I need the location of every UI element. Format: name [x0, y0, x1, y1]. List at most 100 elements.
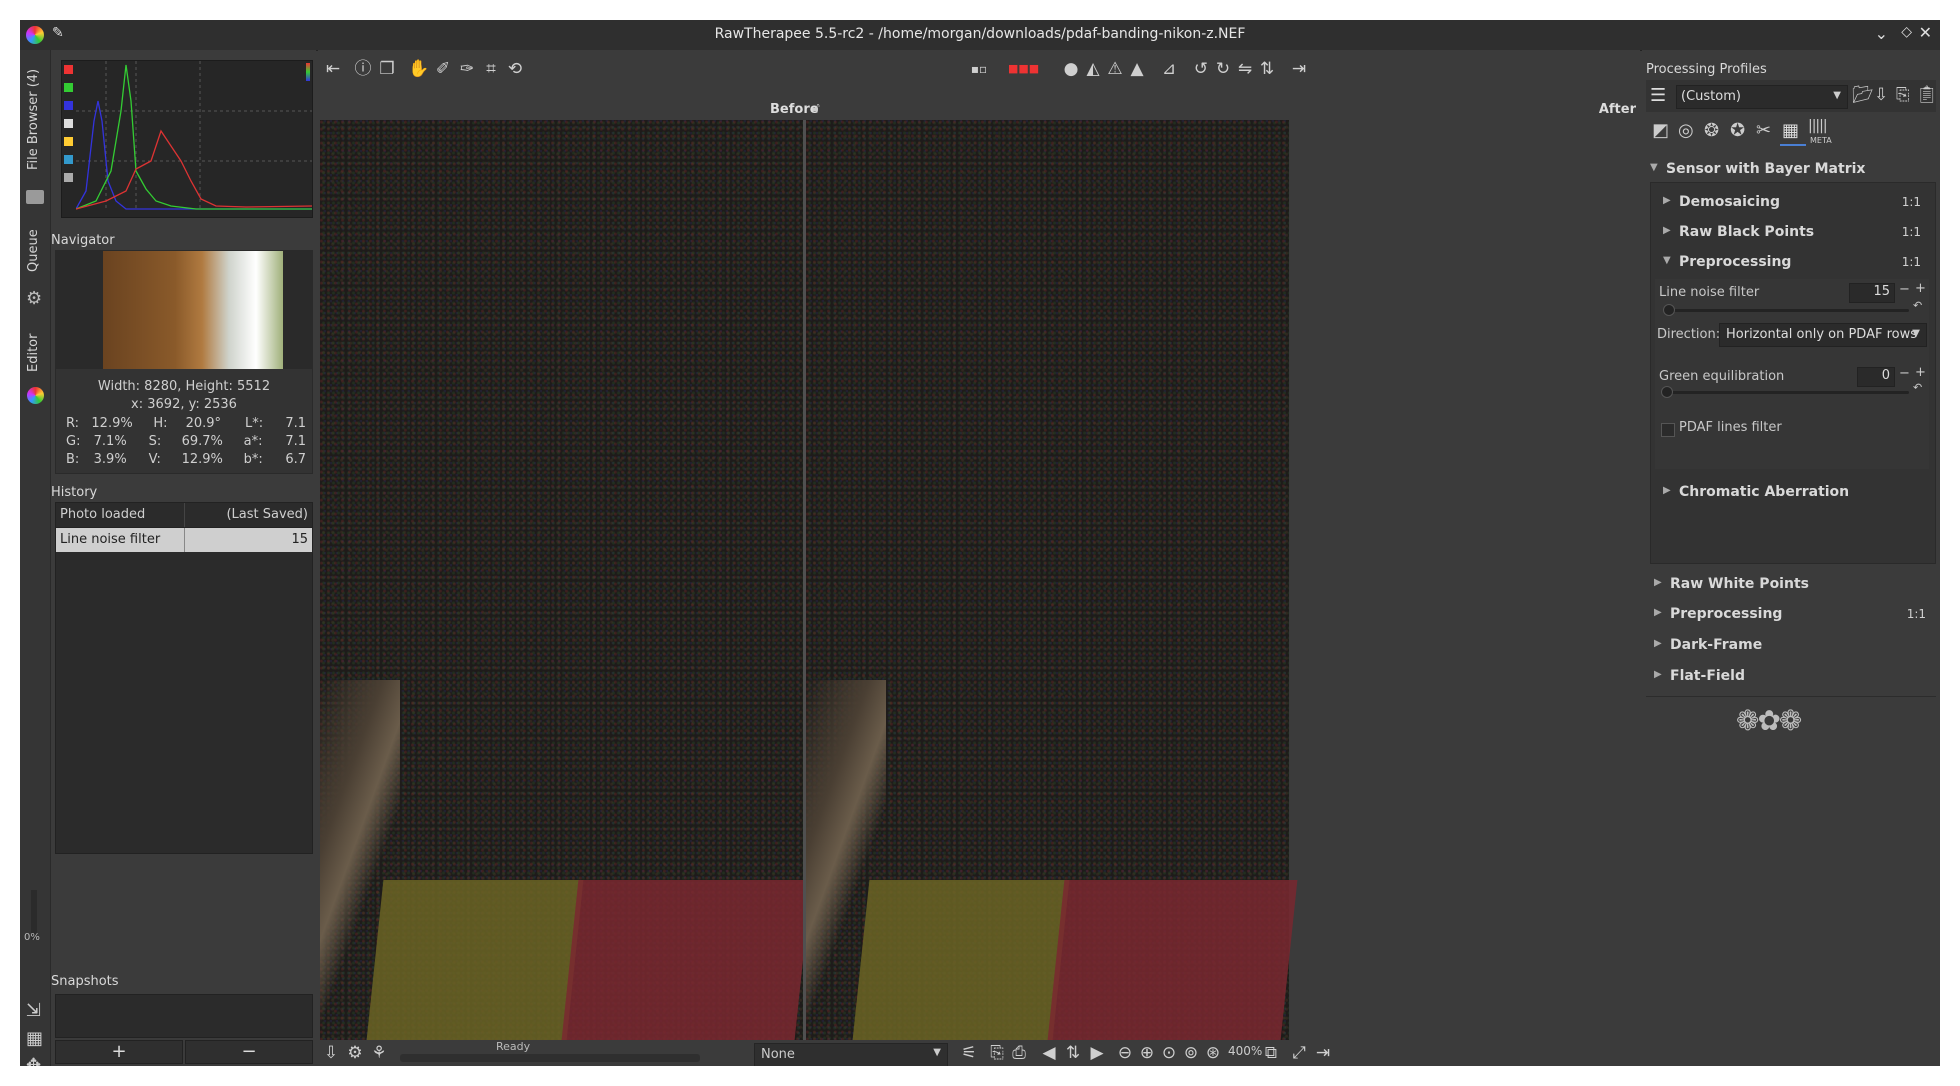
rotate-right-icon[interactable]: ↻ [1212, 58, 1234, 80]
crop-guide-icon[interactable]: ⊿ [1158, 58, 1180, 80]
close-icon[interactable]: ✕ [1919, 23, 1932, 42]
output-profile-select[interactable]: None ▼ [754, 1043, 948, 1066]
hand-tool-icon[interactable]: ✋ [408, 58, 430, 80]
straighten-icon[interactable]: ⟲ [504, 58, 526, 80]
tool-demosaicing[interactable]: ▶ Demosaicing 1:1 [1651, 187, 1935, 215]
editor-color-icon[interactable] [27, 387, 44, 404]
navigator-thumbnail[interactable] [103, 251, 283, 369]
remove-snapshot-button[interactable]: − [185, 1040, 313, 1064]
crop-icon[interactable]: ⌗ [480, 58, 502, 80]
copy-profile-icon[interactable]: ⎘ [1896, 85, 1910, 105]
lock-icon[interactable]: 🔓︎ [812, 100, 820, 115]
histogram-blue-toggle[interactable] [64, 101, 73, 110]
increment-button[interactable]: + [1915, 365, 1926, 380]
hide-right-panel-icon[interactable]: ⇥ [1288, 58, 1310, 80]
zoom-100-icon[interactable]: ⊛ [1202, 1042, 1224, 1064]
flip-vertical-icon[interactable]: ⇅ [1256, 58, 1278, 80]
previous-image-icon[interactable]: ◀ [1038, 1042, 1060, 1064]
tool-dark-frame[interactable]: ▶ Dark-Frame [1642, 630, 1940, 658]
tool-raw-black-points[interactable]: ▶ Raw Black Points 1:1 [1651, 217, 1935, 245]
hide-left-panel-icon[interactable]: ⇤ [322, 58, 344, 80]
queue-add-icon[interactable]: ⚙ [344, 1042, 366, 1064]
histogram-chroma-toggle[interactable] [64, 137, 73, 146]
gamut-check-icon[interactable]: ⎙ [1008, 1042, 1030, 1064]
sensor-section-header[interactable]: ▼ Sensor with Bayer Matrix [1646, 154, 1936, 182]
zoom-fit-crop-icon[interactable]: ⊚ [1180, 1042, 1202, 1064]
tab-exposure-icon[interactable]: ◩ [1652, 120, 1669, 141]
rotate-left-icon[interactable]: ↺ [1190, 58, 1212, 80]
histogram-scale-icon[interactable] [306, 63, 310, 81]
next-image-icon[interactable]: ▶ [1086, 1042, 1108, 1064]
panels-icon[interactable]: ▦ [26, 1028, 43, 1049]
maximize-icon[interactable]: ◇ [1901, 24, 1912, 40]
tab-transform-icon[interactable]: ✂ [1756, 120, 1771, 141]
tab-queue[interactable]: Queue [24, 220, 46, 280]
increment-button[interactable]: + [1915, 281, 1926, 296]
decrement-button[interactable]: − [1899, 282, 1910, 297]
before-preview[interactable] [320, 120, 812, 1040]
tab-metadata-icon[interactable]: ||||| [1808, 118, 1828, 134]
histogram-red-toggle[interactable] [64, 65, 73, 74]
before-after-icon[interactable]: ❐ [376, 58, 398, 80]
tab-color-icon[interactable]: ❂ [1704, 120, 1719, 141]
info-icon[interactable]: ⓘ [352, 58, 374, 80]
histogram-luminance-toggle[interactable] [64, 119, 73, 128]
tool-flat-field[interactable]: ▶ Flat-Field [1642, 661, 1940, 689]
tab-raw-icon[interactable]: ▦ [1782, 120, 1799, 141]
channel-rgb-icon[interactable]: ■■■ [1008, 58, 1039, 80]
histogram-bar-toggle[interactable] [64, 173, 73, 182]
toggle-panels-icon[interactable]: ⇥ [1312, 1042, 1334, 1064]
move-icon[interactable]: ✥ [26, 1055, 41, 1066]
paste-profile-icon[interactable]: 📋︎ [1916, 85, 1938, 105]
pdaf-lines-checkbox[interactable] [1661, 423, 1675, 437]
tool-preprocessing[interactable]: ▼ Preprocessing 1:1 [1651, 247, 1935, 275]
softproof-icon[interactable]: ⎘ [986, 1042, 1008, 1064]
gears-icon[interactable]: ⚙ [26, 288, 42, 309]
color-picker-icon[interactable]: ✑ [456, 58, 478, 80]
tab-advanced-icon[interactable]: ✪ [1730, 120, 1745, 141]
save-image-icon[interactable]: ⇩ [320, 1042, 342, 1064]
tab-editor[interactable]: Editor [24, 320, 46, 380]
tab-file-browser[interactable]: File Browser (4) [24, 60, 46, 180]
external-editor-icon[interactable]: ⚘ [368, 1042, 390, 1064]
history-row-selected[interactable]: Line noise filter 15 [56, 528, 312, 552]
direction-select[interactable]: Horizontal only on PDAF rows ▼ [1719, 323, 1927, 347]
profile-select[interactable]: (Custom) ▼ [1676, 85, 1848, 109]
flip-horizontal-icon[interactable]: ⇋ [1234, 58, 1256, 80]
zoom-in-icon[interactable]: ⊕ [1136, 1042, 1158, 1064]
line-noise-slider[interactable] [1665, 309, 1909, 312]
green-eq-slider-knob[interactable] [1661, 386, 1673, 398]
bg-gray-icon[interactable]: ◭ [1082, 58, 1104, 80]
green-eq-value[interactable]: 0 [1857, 367, 1895, 387]
green-eq-slider[interactable] [1663, 391, 1909, 394]
save-profile-icon[interactable]: ⇩ [1874, 85, 1888, 105]
send-to-editor-icon[interactable]: ⇲ [26, 1000, 41, 1021]
after-preview[interactable] [806, 120, 1298, 1040]
folder-icon[interactable] [26, 190, 44, 204]
white-balance-picker-icon[interactable]: ✐ [432, 58, 454, 80]
minimize-icon[interactable]: ⌄ [1875, 24, 1888, 43]
profile-list-icon[interactable]: ☰ [1650, 85, 1666, 106]
channel-gray-icon[interactable]: ▪▫ [968, 58, 990, 80]
sync-icon[interactable]: ⇅ [1062, 1042, 1084, 1064]
tab-detail-icon[interactable]: ◎ [1678, 120, 1694, 141]
new-detail-window-icon[interactable]: ⧉ [1260, 1042, 1282, 1064]
line-noise-slider-knob[interactable] [1663, 304, 1675, 316]
decrement-button[interactable]: − [1899, 366, 1910, 381]
bg-black-icon[interactable]: ● [1060, 58, 1082, 80]
histogram-green-toggle[interactable] [64, 83, 73, 92]
line-noise-value[interactable]: 15 [1849, 283, 1895, 303]
reset-icon[interactable]: ↶ [1913, 381, 1922, 394]
open-profile-icon[interactable]: 📂︎ [1852, 85, 1874, 105]
zoom-fit-icon[interactable]: ⊙ [1158, 1042, 1180, 1064]
intent-icon[interactable]: ⚟ [958, 1042, 980, 1064]
reset-icon[interactable]: ↶ [1913, 299, 1922, 312]
history-row[interactable]: Photo loaded (Last Saved) [56, 503, 312, 528]
add-snapshot-button[interactable]: + [55, 1040, 183, 1064]
shadow-clip-warning-icon[interactable]: ⚠ [1104, 58, 1126, 80]
tool-preprocessing-outer[interactable]: ▶ Preprocessing 1:1 [1642, 599, 1940, 627]
histogram-raw-toggle[interactable] [64, 155, 73, 164]
highlight-clip-warning-icon[interactable]: ▲ [1126, 58, 1148, 80]
fullscreen-icon[interactable]: ⤢ [1288, 1042, 1310, 1064]
zoom-out-icon[interactable]: ⊖ [1114, 1042, 1136, 1064]
